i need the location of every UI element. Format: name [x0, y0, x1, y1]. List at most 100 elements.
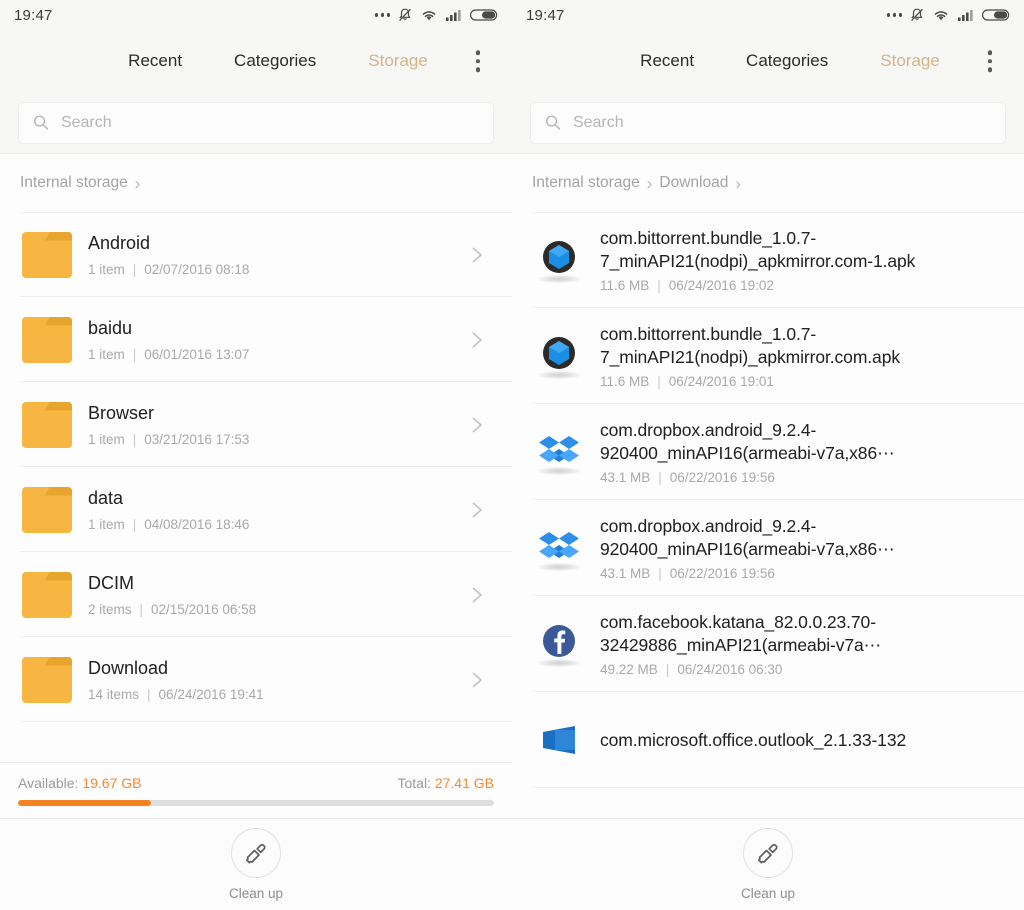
list-item[interactable]: com.dropbox.android_9.2.4-920400_minAPI1… [512, 500, 1024, 596]
dropbox-icon [532, 524, 586, 572]
list-item[interactable]: Browser 1 item | 03/21/2016 17:53 [0, 382, 512, 467]
detail-separator: | [665, 662, 670, 678]
search-input[interactable] [60, 113, 479, 132]
item-count: 1 item [88, 346, 125, 362]
folder-name: Browser [88, 403, 155, 424]
breadcrumb-item-internal-storage[interactable]: Internal storage [20, 174, 128, 192]
list-item[interactable]: com.bittorrent.bundle_1.0.7-7_minAPI21(n… [512, 308, 1024, 404]
folder-name: data [88, 488, 124, 509]
folder-details: 2 items | 02/15/2016 06:58 [88, 602, 460, 617]
tab-storage[interactable]: Storage [368, 51, 428, 71]
list-item[interactable]: Android 1 item | 02/07/2016 08:18 [0, 212, 512, 297]
breadcrumb: Internal storage › [0, 154, 512, 212]
notifications-muted-icon [911, 8, 923, 22]
file-date: 06/24/2016 06:30 [677, 662, 783, 678]
item-count: 1 item [88, 516, 125, 532]
tab-categories[interactable]: Categories [746, 51, 828, 71]
chevron-right-icon[interactable] [460, 330, 494, 350]
item-date: 03/21/2016 17:53 [144, 431, 250, 447]
tab-recent[interactable]: Recent [128, 51, 182, 71]
dropbox-icon [532, 428, 586, 476]
tab-storage[interactable]: Storage [880, 51, 940, 71]
chevron-right-icon[interactable] [460, 670, 494, 690]
item-count: 2 items [88, 601, 132, 617]
detail-separator: | [132, 261, 137, 277]
folder-name: DCIM [88, 573, 134, 594]
file-details: 11.6 MB | 06/24/2016 19:02 [600, 278, 1006, 293]
list-item-meta: Browser 1 item | 03/21/2016 17:53 [74, 402, 460, 446]
detail-separator: | [132, 431, 137, 447]
breadcrumb-item-download[interactable]: Download [659, 174, 728, 192]
folder-details: 1 item | 03/21/2016 17:53 [88, 432, 460, 447]
total-value: 27.41 GB [434, 775, 494, 791]
folder-icon [20, 486, 74, 533]
list-item-meta: DCIM 2 items | 02/15/2016 06:58 [74, 572, 460, 616]
detail-separator: | [147, 686, 151, 702]
clean-up-button[interactable]: Clean up [741, 828, 795, 901]
detail-separator: | [132, 346, 137, 362]
file-details: 11.6 MB | 06/24/2016 19:01 [600, 374, 1006, 389]
facebook-icon [532, 620, 586, 668]
folder-icon [20, 231, 74, 278]
breadcrumb-item-internal-storage[interactable]: Internal storage [532, 174, 640, 192]
list-item-meta: Android 1 item | 02/07/2016 08:18 [74, 232, 460, 276]
search-box[interactable] [18, 101, 494, 144]
available-storage: Available: 19.67 GB [18, 775, 142, 791]
file-name: com.bittorrent.bundle_1.0.7-7_minAPI21(n… [600, 323, 900, 367]
detail-separator: | [132, 516, 137, 532]
chevron-right-icon[interactable] [460, 500, 494, 520]
file-name: com.microsoft.office.outlook_2.1.33-132 [600, 729, 907, 750]
list-item[interactable]: data 1 item | 04/08/2016 18:46 [0, 467, 512, 552]
tab-recent[interactable]: Recent [640, 51, 694, 71]
status-bar: 19:47 [512, 0, 1024, 30]
search-bar [512, 92, 1024, 154]
file-name: com.facebook.katana_82.0.0.23.70-3242988… [600, 611, 882, 655]
tab-bar: Recent Categories Storage [512, 30, 1024, 92]
tab-categories[interactable]: Categories [234, 51, 316, 71]
status-clock: 19:47 [14, 6, 53, 24]
clean-up-button[interactable]: Clean up [229, 828, 283, 901]
list-item-meta: com.bittorrent.bundle_1.0.7-7_minAPI21(n… [586, 323, 1006, 390]
item-date: 06/01/2016 13:07 [144, 346, 250, 362]
file-date: 06/24/2016 19:01 [668, 374, 774, 390]
panel-storage-root: 19:47 Recent Categories Storage Search I… [0, 0, 512, 910]
folder-name: Download [88, 658, 169, 679]
file-size: 43.1 MB [600, 566, 651, 582]
chevron-right-icon[interactable] [460, 585, 494, 605]
list-item-meta: data 1 item | 04/08/2016 18:46 [74, 487, 460, 531]
list-item[interactable]: Download 14 items | 06/24/2016 19:41 [0, 637, 512, 722]
item-count: 14 items [88, 686, 140, 702]
outlook-icon [532, 716, 586, 764]
item-date: 02/15/2016 06:58 [151, 601, 257, 617]
file-size: 11.6 MB [600, 374, 650, 390]
file-date: 06/24/2016 19:02 [668, 278, 774, 294]
list-item[interactable]: DCIM 2 items | 02/15/2016 06:58 [0, 552, 512, 637]
list-item-meta: com.bittorrent.bundle_1.0.7-7_minAPI21(n… [586, 227, 1006, 294]
wifi-icon [934, 11, 948, 21]
chevron-right-icon: › [134, 173, 141, 193]
search-box[interactable] [530, 101, 1006, 144]
bottom-action-bar: Clean up [512, 818, 1024, 910]
tab-bar: Recent Categories Storage [0, 30, 512, 92]
list-item[interactable]: com.microsoft.office.outlook_2.1.33-132 [512, 692, 1024, 788]
status-clock: 19:47 [526, 6, 565, 24]
bittorrent-icon [532, 332, 586, 380]
item-count: 1 item [88, 261, 125, 277]
file-size: 49.22 MB [600, 662, 658, 678]
storage-progress-bar [18, 800, 494, 806]
detail-separator: | [139, 601, 144, 617]
list-item[interactable]: baidu 1 item | 06/01/2016 13:07 [0, 297, 512, 382]
overflow-menu-icon[interactable] [470, 44, 487, 78]
brush-icon [230, 828, 281, 878]
list-item[interactable]: com.dropbox.android_9.2.4-920400_minAPI1… [512, 404, 1024, 500]
chevron-right-icon[interactable] [460, 415, 494, 435]
ellipsis-icon [886, 13, 902, 17]
file-size: 43.1 MB [600, 470, 651, 486]
overflow-menu-icon[interactable] [982, 44, 999, 78]
chevron-right-icon[interactable] [460, 245, 494, 265]
item-date: 02/07/2016 08:18 [144, 261, 250, 277]
list-item[interactable]: com.facebook.katana_82.0.0.23.70-3242988… [512, 596, 1024, 692]
list-item[interactable]: com.bittorrent.bundle_1.0.7-7_minAPI21(n… [512, 212, 1024, 308]
notifications-muted-icon [399, 8, 411, 22]
search-input[interactable] [572, 113, 991, 132]
